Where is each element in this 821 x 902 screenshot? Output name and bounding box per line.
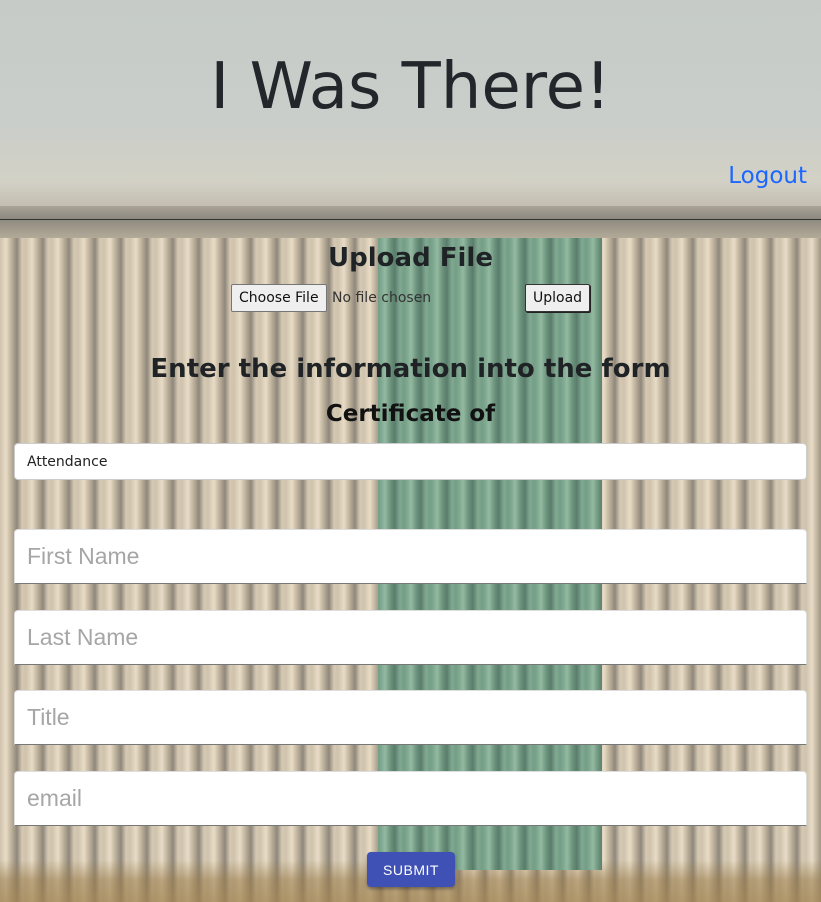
logout-link[interactable]: Logout [728,163,807,189]
certificate-type-select[interactable]: Attendance [14,443,807,480]
background-roofline [0,206,821,238]
choose-file-button[interactable]: Choose File [231,284,327,312]
certificate-type-selected-value: Attendance [27,453,108,470]
first-name-input[interactable] [14,529,807,584]
email-input[interactable] [14,771,807,826]
last-name-input[interactable] [14,610,807,665]
upload-heading: Upload File [328,243,493,273]
file-upload-row: Choose File No file chosen Upload [231,284,593,314]
page-title: I Was There! [210,50,611,124]
certificate-heading: Certificate of [325,401,496,427]
form-heading: Enter the information into the form [150,354,671,384]
title-input[interactable] [14,690,807,745]
file-status-text: No file chosen [332,290,432,306]
header-divider [0,219,821,220]
submit-button[interactable]: SUBMIT [367,852,455,887]
upload-button[interactable]: Upload [525,284,591,312]
